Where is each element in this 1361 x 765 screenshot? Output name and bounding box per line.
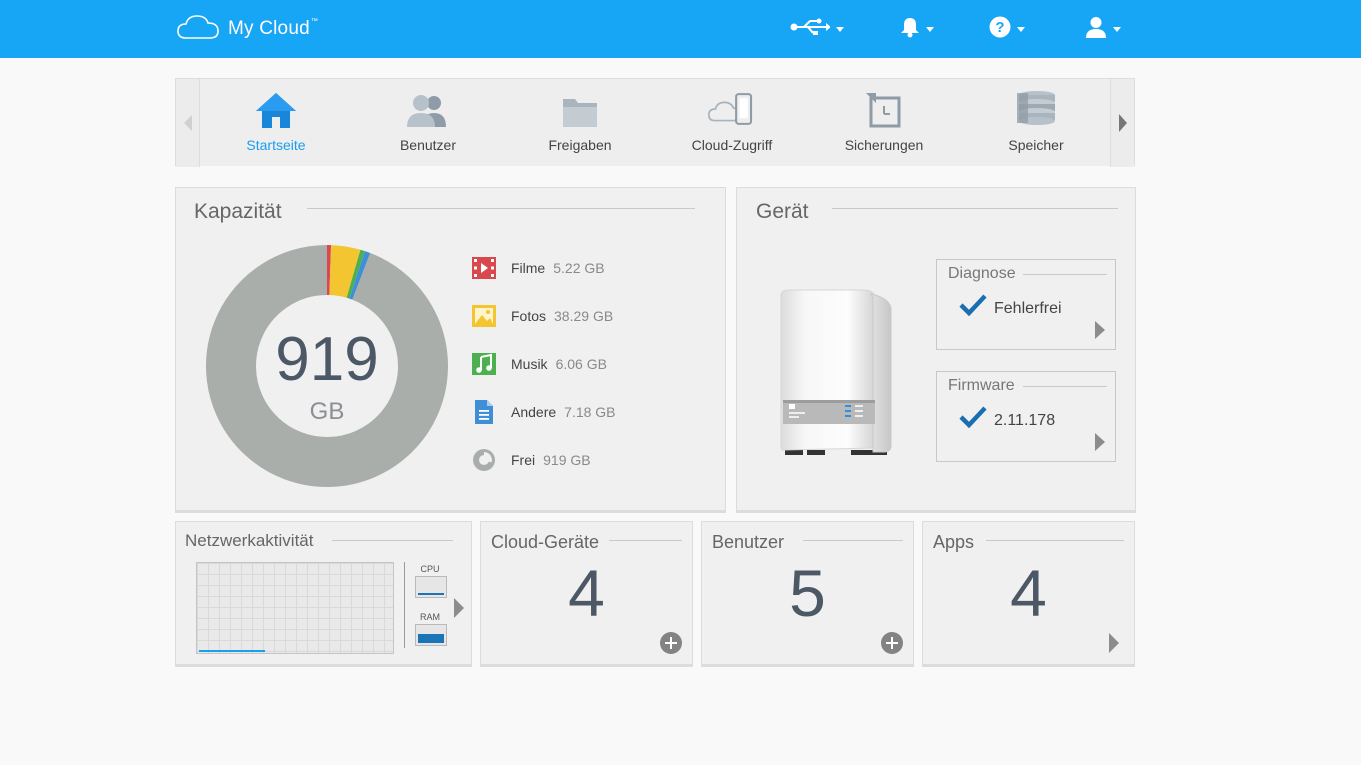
folder-icon (556, 89, 604, 129)
diagnose-status: Fehlerfrei (994, 300, 1062, 317)
cloud-devices-title: Cloud-Geräte (491, 532, 600, 552)
main-navigation: Startseite Benutzer Freigaben Cloud-Zugr… (175, 78, 1135, 167)
nav-item-freigaben[interactable]: Freigaben (504, 79, 656, 167)
legend-item-andere: Andere 7.18 GB (471, 399, 616, 425)
chevron-right-icon (1118, 114, 1127, 132)
cloud-logo-icon (176, 13, 220, 46)
apps-details-arrow[interactable] (1109, 633, 1119, 653)
nav-item-sicherungen[interactable]: Sicherungen (808, 79, 960, 167)
chevron-down-icon (926, 26, 934, 32)
cpu-meter (415, 576, 447, 598)
title-divider (1023, 274, 1107, 275)
nav-scroll-right-button[interactable] (1110, 79, 1134, 167)
title-divider (986, 540, 1124, 541)
device-panel: Gerät Diagnose Fehlerfrei Firmware 2.11.… (736, 187, 1136, 513)
app-title: My Cloud™ (228, 18, 319, 39)
title-divider (307, 208, 695, 209)
legend-item-frei: Frei 919 GB (471, 447, 591, 473)
ram-meter (415, 624, 447, 646)
nav-item-speicher[interactable]: Speicher (960, 79, 1112, 167)
ram-meter-fill (418, 634, 444, 643)
svg-text:?: ? (995, 19, 1004, 36)
legend-item-fotos: Fotos 38.29 GB (471, 303, 613, 329)
capacity-title: Kapazität (194, 200, 282, 223)
device-title: Gerät (756, 200, 809, 223)
capacity-panel: Kapazität 919 GB Filme 5.22 GB Fotos 38.… (175, 187, 726, 513)
chevron-down-icon (836, 26, 844, 32)
capacity-total-value: 919 (275, 325, 379, 394)
apps-panel: Apps 4 (922, 521, 1135, 667)
cpu-meter-fill (418, 593, 444, 595)
user-menu-button[interactable] (1085, 14, 1121, 44)
network-graph-line (199, 650, 265, 652)
cloud-devices-count: 4 (568, 556, 605, 630)
firmware-details-arrow[interactable] (1095, 433, 1105, 451)
network-details-arrow[interactable] (454, 598, 464, 618)
title-divider (609, 540, 682, 541)
diagnose-card[interactable]: Diagnose Fehlerfrei (936, 259, 1116, 350)
firmware-title: Firmware (948, 377, 1015, 394)
nav-item-cloud-zugriff[interactable]: Cloud-Zugriff (656, 79, 808, 167)
title-divider (1023, 386, 1107, 387)
users-count: 5 (789, 556, 826, 630)
apps-count: 4 (1010, 556, 1047, 630)
top-bar: My Cloud™ ? (0, 0, 1361, 58)
users-panel: Benutzer 5 (701, 521, 914, 667)
home-icon (252, 89, 300, 129)
add-cloud-device-button[interactable] (660, 632, 682, 654)
ram-label: RAM (420, 612, 440, 622)
checkmark-icon (959, 294, 987, 321)
diagnose-details-arrow[interactable] (1095, 321, 1105, 339)
firmware-version: 2.11.178 (994, 412, 1056, 429)
apps-title: Apps (933, 532, 975, 552)
cloud-phone-icon (708, 89, 756, 129)
chevron-down-icon (1017, 26, 1025, 32)
users-title: Benutzer (712, 532, 785, 552)
cloud-devices-panel: Cloud-Geräte 4 (480, 521, 693, 667)
help-icon: ? (989, 16, 1011, 43)
storage-icon (1012, 89, 1060, 129)
title-divider (332, 540, 453, 541)
chevron-down-icon (1113, 26, 1121, 32)
notifications-button[interactable] (900, 14, 934, 44)
legend-item-musik: Musik 6.06 GB (471, 351, 607, 377)
nav-item-benutzer[interactable]: Benutzer (352, 79, 504, 167)
usb-menu-button[interactable] (790, 14, 844, 44)
pie-icon (471, 447, 497, 473)
help-menu-button[interactable]: ? (989, 14, 1025, 44)
network-graph (196, 562, 394, 654)
capacity-total-unit: GB (309, 398, 345, 425)
legend-item-filme: Filme 5.22 GB (471, 255, 605, 281)
firmware-card[interactable]: Firmware 2.11.178 (936, 371, 1116, 462)
backup-icon (860, 89, 908, 129)
nav-item-startseite[interactable]: Startseite (200, 79, 352, 167)
title-divider (803, 540, 903, 541)
capacity-donut-chart: 919 GB (206, 245, 448, 487)
music-icon (471, 351, 497, 377)
checkmark-icon (959, 406, 987, 433)
network-title: Netzwerkaktivität (185, 531, 314, 550)
chevron-left-icon (183, 115, 192, 131)
add-user-button[interactable] (881, 632, 903, 654)
cpu-label: CPU (420, 564, 440, 574)
network-activity-panel: Netzwerkaktivität CPU RAM (175, 521, 472, 667)
photo-icon (471, 303, 497, 329)
document-icon (471, 399, 497, 425)
users-icon (404, 89, 452, 129)
nas-device-image (779, 288, 895, 463)
nav-scroll-left-button[interactable] (176, 79, 200, 167)
title-divider (832, 208, 1118, 209)
bell-icon (900, 16, 920, 43)
app-logo[interactable]: My Cloud™ (176, 14, 318, 44)
usb-icon (790, 17, 831, 42)
film-icon (471, 255, 497, 281)
user-icon (1085, 16, 1107, 43)
diagnose-title: Diagnose (948, 265, 1016, 282)
divider (404, 562, 405, 648)
